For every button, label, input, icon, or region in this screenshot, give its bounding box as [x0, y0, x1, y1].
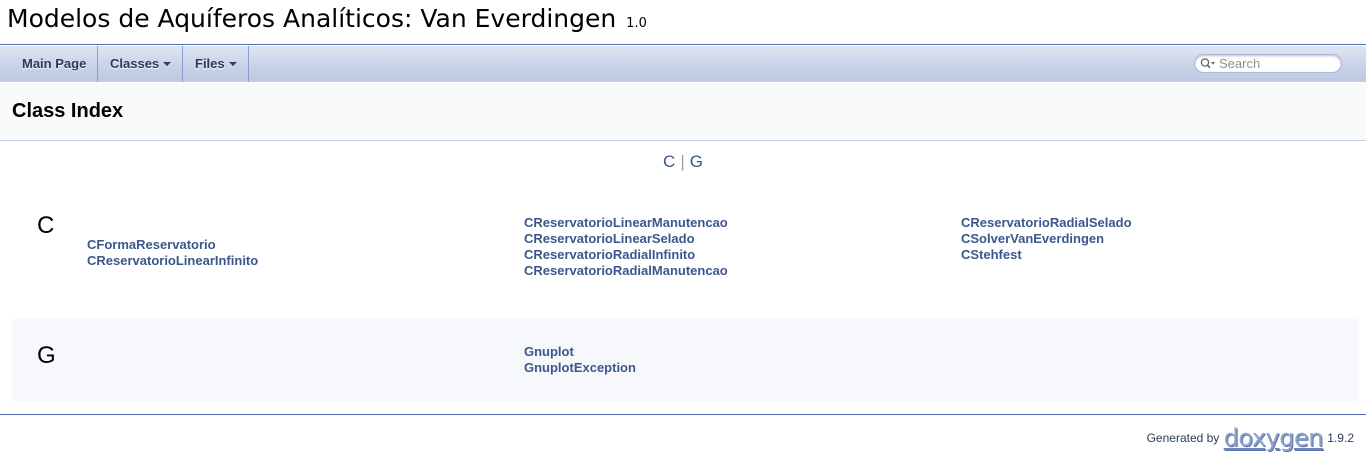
class-link[interactable]: CReservatorioRadialInfinito	[524, 247, 728, 263]
class-link[interactable]: CReservatorioRadialManutencao	[524, 263, 728, 279]
nav-main-page-label: Main Page	[22, 56, 87, 71]
project-title: Modelos de Aquíferos Analíticos: Van Eve…	[7, 3, 647, 40]
footer-divider	[0, 414, 1366, 415]
caret-down-icon	[163, 61, 172, 66]
group-letter: G	[37, 342, 56, 369]
class-group-c: C CFormaReservatorio CReservatorioLinear…	[12, 196, 1358, 306]
title-area: Modelos de Aquíferos Analíticos: Van Eve…	[0, 0, 1366, 45]
class-column: CReservatorioRadialSelado CSolverVanEver…	[961, 215, 1132, 263]
generated-by-text: Generated by	[1146, 431, 1220, 445]
caret-down-icon	[228, 61, 237, 66]
class-column: CReservatorioLinearManutencao CReservato…	[524, 215, 728, 279]
doxygen-version: 1.9.2	[1327, 431, 1354, 445]
letter-separator: |	[680, 152, 685, 171]
doxygen-logo[interactable]: doxygen	[1224, 424, 1324, 452]
nav-divider	[248, 46, 249, 82]
class-link[interactable]: CReservatorioLinearManutencao	[524, 215, 728, 231]
nav-files[interactable]: Files	[183, 46, 249, 82]
nav-main-page[interactable]: Main Page	[10, 46, 98, 82]
search-icon[interactable]	[1200, 57, 1216, 70]
search-input[interactable]	[1219, 55, 1337, 72]
class-column: CFormaReservatorio CReservatorioLinearIn…	[87, 237, 258, 269]
letter-link-g[interactable]: G	[690, 152, 703, 171]
footer: Generated by doxygen 1.9.2	[1147, 424, 1354, 452]
class-column: Gnuplot GnuplotException	[524, 344, 636, 376]
class-link[interactable]: CReservatorioRadialSelado	[961, 215, 1132, 231]
nav-classes-label: Classes	[110, 56, 160, 71]
class-link[interactable]: Gnuplot	[524, 344, 636, 360]
search-box[interactable]	[1194, 54, 1342, 73]
main-nav: Main Page Classes Files	[0, 46, 1366, 82]
class-link[interactable]: CReservatorioLinearSelado	[524, 231, 728, 247]
project-version: 1.0	[626, 16, 647, 31]
class-link[interactable]: CFormaReservatorio	[87, 237, 258, 253]
class-link[interactable]: GnuplotException	[524, 360, 636, 376]
page-title: Class Index	[12, 100, 124, 122]
letter-link-c[interactable]: C	[663, 152, 675, 171]
class-link[interactable]: CStehfest	[961, 247, 1132, 263]
letter-index: C | G	[0, 152, 1366, 172]
nav-classes[interactable]: Classes	[98, 46, 183, 82]
project-name: Modelos de Aquíferos Analíticos: Van Eve…	[7, 4, 617, 33]
class-group-g: G Gnuplot GnuplotException	[12, 319, 1358, 401]
class-link[interactable]: CSolverVanEverdingen	[961, 231, 1132, 247]
page-header: Class Index	[0, 83, 1366, 141]
group-letter: C	[37, 212, 55, 239]
class-link[interactable]: CReservatorioLinearInfinito	[87, 253, 258, 269]
nav-files-label: Files	[195, 56, 225, 71]
